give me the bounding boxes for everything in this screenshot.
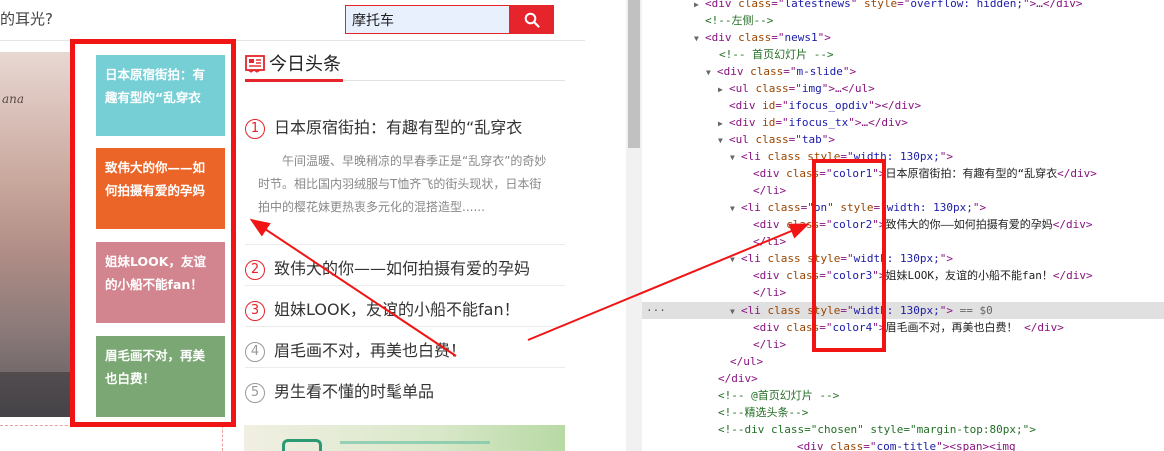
dom-node[interactable]: ▼ <div class="m-slide"> (706, 63, 856, 80)
dom-comment[interactable]: <!--精选头条--> (718, 404, 808, 421)
dom-node[interactable]: <div class="com-title"><span><img (797, 438, 1016, 451)
expanded-triangle-icon[interactable]: ▼ (718, 132, 729, 149)
dom-node[interactable]: <div class="color1">日本原宿街拍：有趣有型的“乱穿衣</di… (753, 165, 1097, 182)
dom-node[interactable]: <div class="color3">姐妹LOOK，友谊的小船不能fan！</… (753, 267, 1093, 284)
dom-node[interactable]: </div> (718, 370, 758, 387)
news-section-title: 今日头条 (269, 54, 341, 75)
expanded-triangle-icon[interactable]: ▼ (730, 251, 741, 268)
page-scrollbar-thumb[interactable] (628, 0, 640, 148)
promo-banner-graphic (340, 441, 490, 451)
dom-node[interactable]: </li> (753, 233, 786, 250)
collapsed-triangle-icon[interactable]: ▶ (718, 115, 729, 132)
headline-number: 5 (245, 382, 265, 403)
dom-node[interactable]: </ul> (730, 353, 763, 370)
selected-node-marker: == $0 (959, 304, 993, 317)
row-divider (245, 244, 565, 245)
promo-banner[interactable] (244, 425, 565, 451)
search-icon (524, 12, 540, 28)
dom-node-selected[interactable]: ··· ▼ <li class style="width: 130px;"> == … (642, 302, 1164, 319)
headline-1[interactable]: 1 日本原宿街拍：有趣有型的“乱穿衣 (245, 114, 522, 139)
headline-number: 3 (245, 300, 265, 321)
collapsed-triangle-icon[interactable]: ▶ (694, 0, 705, 13)
dom-node[interactable]: ▶ <div class="latestnews" style="overflow… (694, 0, 1083, 12)
dom-comment[interactable]: <!-- 首页幻灯片 --> (719, 46, 834, 63)
devtools-elements-panel: ▶ <div class="latestnews" style="overflow… (642, 0, 1164, 451)
headline-text: 致伟大的你——如何拍摄有爱的孕妈 (274, 259, 531, 278)
slide-image[interactable]: ana (0, 52, 72, 417)
headline-text: 眉毛画不对，再美也白费！ (274, 341, 467, 360)
headline-number: 2 (245, 259, 265, 280)
dom-node[interactable]: <div class="color4">眉毛画不对，再美也白费！ </div> (753, 319, 1064, 336)
headline-text: 日本原宿街拍：有趣有型的“乱穿衣 (274, 118, 523, 137)
expanded-triangle-icon[interactable]: ▼ (706, 64, 717, 81)
dom-comment[interactable]: <!-- @首页幻灯片 --> (718, 387, 839, 404)
newspaper-icon (245, 55, 265, 73)
promo-banner-graphic (282, 439, 322, 451)
headline-4[interactable]: 4 眉毛画不对，再美也白费！ (245, 337, 466, 362)
headline-summary: 午间温暖、早晚稍凉的早春季正是“乱穿衣”的奇妙时节。相比国内羽绒服与T恤齐飞的街… (258, 154, 547, 214)
annotation-box-color-classes (812, 159, 886, 352)
headline-number: 1 (245, 118, 265, 139)
headline-text: 姐妹LOOK，友谊的小船不能fan！ (274, 300, 520, 319)
webpage-preview: 的耳光? ana 日本原宿街拍：有趣有型的“乱穿衣 致伟大的你——如何拍摄有爱的… (0, 0, 585, 451)
headline-2[interactable]: 2 致伟大的你——如何拍摄有爱的孕妈 (245, 255, 530, 280)
dom-comment[interactable]: <!--左侧--> (705, 12, 773, 29)
expanded-triangle-icon[interactable]: ▼ (694, 30, 705, 47)
headline-text: 男生看不懂的时髦单品 (274, 382, 435, 401)
dom-node[interactable]: <div id="ifocus_opdiv"></div> (729, 97, 921, 114)
headline-number: 4 (245, 341, 265, 362)
row-divider (245, 367, 565, 368)
row-divider (245, 326, 565, 327)
dom-node[interactable]: ▶ <ul class="img">…</ul> (718, 80, 875, 97)
expanded-triangle-icon[interactable]: ▼ (730, 200, 741, 217)
search-input[interactable] (345, 5, 510, 34)
top-question-text: 的耳光? (0, 10, 53, 28)
collapsed-triangle-icon[interactable]: ▶ (718, 81, 729, 98)
dom-node[interactable]: </li> (753, 284, 786, 301)
headline-3[interactable]: 3 姐妹LOOK，友谊的小船不能fan！ (245, 296, 520, 321)
search-button[interactable] (510, 5, 554, 34)
headline-5[interactable]: 5 男生看不懂的时髦单品 (245, 378, 434, 403)
slide-dashed-border-vertical (222, 425, 223, 451)
dom-node[interactable]: ▼ <ul class="tab"> (718, 131, 835, 148)
expanded-triangle-icon[interactable]: ▼ (730, 149, 741, 166)
dom-node[interactable]: </li> (753, 182, 786, 199)
dom-node[interactable]: </li> (753, 336, 786, 353)
slide-caption-shade (0, 372, 72, 417)
annotation-box-tabs (70, 39, 236, 427)
news-title-accent (245, 79, 343, 82)
row-divider (245, 285, 565, 286)
dom-node[interactable]: <div class="color2">致伟大的你——如何拍摄有爱的孕妈</di… (753, 216, 1093, 233)
dom-node[interactable]: ▼ <div class="news1"> (694, 29, 831, 46)
slide-image-script-text: ana (2, 92, 25, 106)
dom-comment[interactable]: <!--div class="chosen" style="margin-top… (718, 421, 1036, 438)
dom-node[interactable]: ▶ <div id="ifocus_tx">…</div> (718, 114, 908, 131)
node-menu-icon[interactable]: ··· (646, 302, 666, 319)
expanded-triangle-icon[interactable]: ▼ (730, 303, 741, 320)
